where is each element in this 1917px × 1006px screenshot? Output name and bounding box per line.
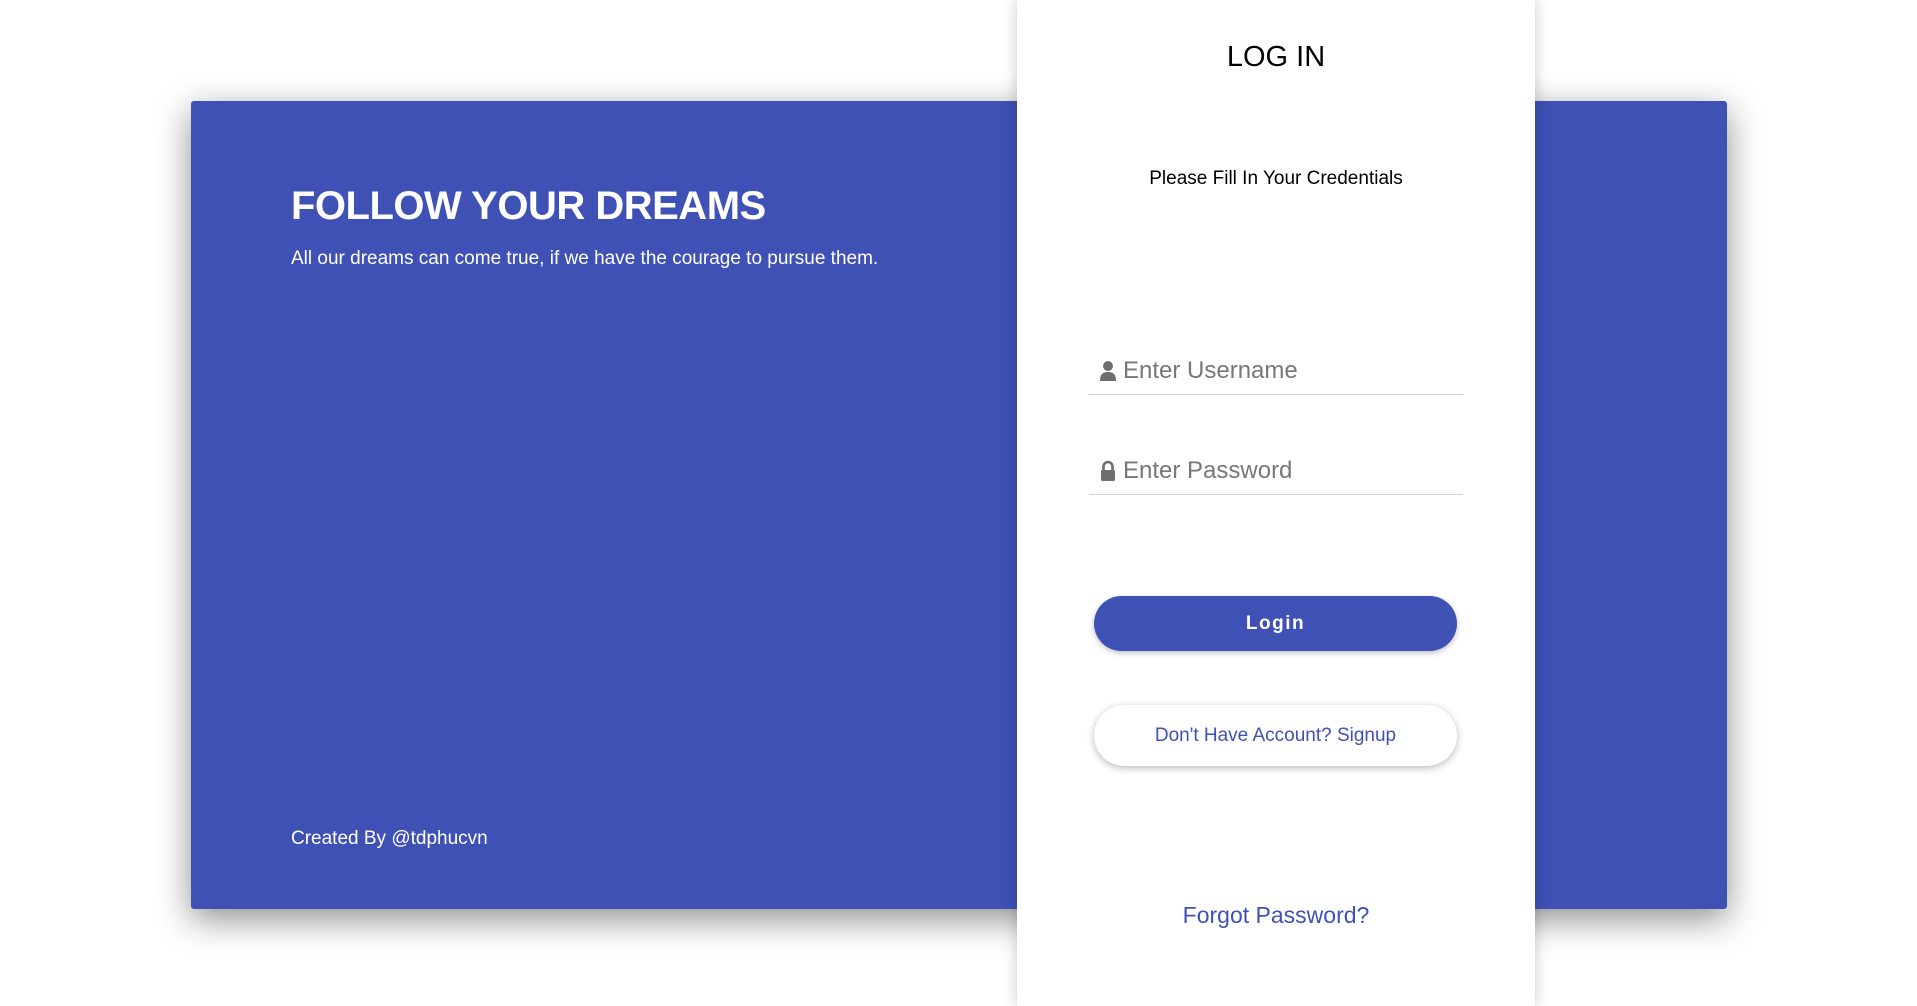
- lock-icon: [1101, 460, 1115, 481]
- username-field: [1089, 350, 1463, 395]
- login-button[interactable]: Login: [1094, 596, 1457, 651]
- password-field: [1089, 450, 1463, 495]
- login-panel: LOG IN Please Fill In Your Credentials L…: [1017, 0, 1535, 1006]
- login-page: FOLLOW YOUR DREAMS All our dreams can co…: [0, 0, 1917, 1006]
- user-icon: [1100, 361, 1116, 381]
- forgot-password-link[interactable]: Forgot Password?: [1017, 900, 1535, 930]
- credit-text: Created By @tdphucvn: [291, 828, 488, 849]
- hero-subtitle: All our dreams can come true, if we have…: [291, 248, 879, 269]
- password-input[interactable]: [1123, 450, 1459, 492]
- signup-button[interactable]: Don't Have Account? Signup: [1094, 705, 1457, 766]
- login-title: LOG IN: [1226, 41, 1326, 73]
- hero-title: FOLLOW YOUR DREAMS: [291, 184, 766, 228]
- username-input[interactable]: [1123, 350, 1459, 392]
- login-subtitle: Please Fill In Your Credentials: [1149, 168, 1403, 189]
